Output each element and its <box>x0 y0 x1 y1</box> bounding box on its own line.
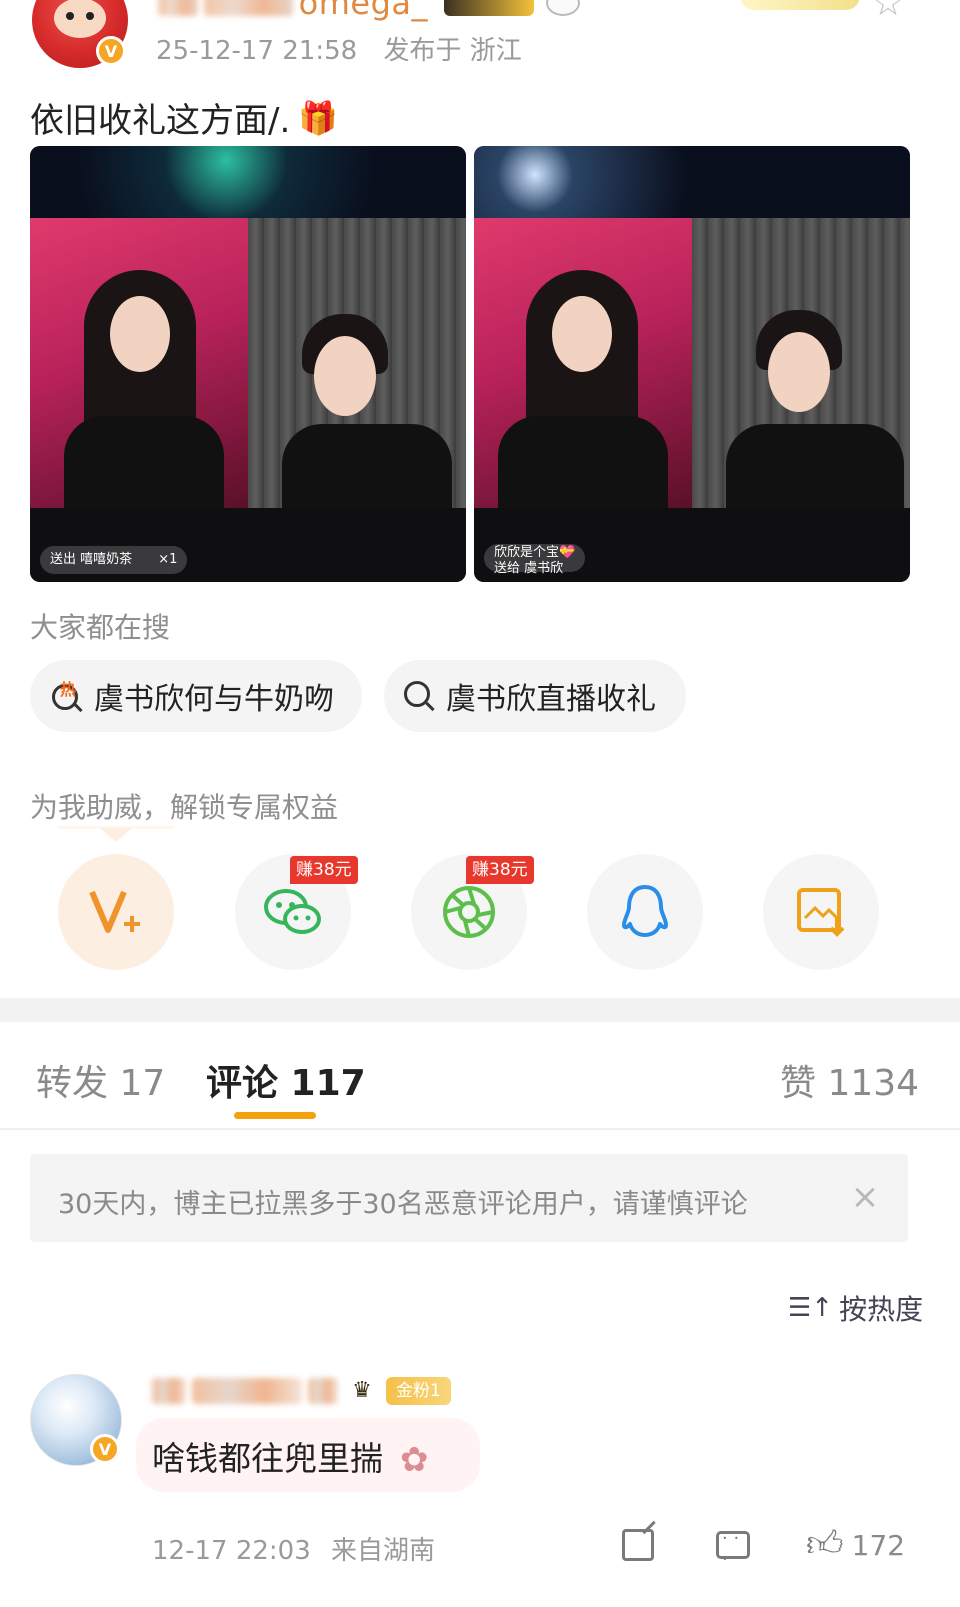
thumbs-up-icon: 👍︎ <box>806 1524 844 1565</box>
gift-notice: 欣欣是个宝💝 送给 虞书欣 <box>484 544 586 576</box>
comment-like-button[interactable]: 👍︎ 172 <box>806 1526 905 1564</box>
earn-badge: 赚38元 <box>290 856 358 884</box>
notice-text: 30天内，博主已拉黑多于30名恶意评论用户，请谨慎评论 <box>58 1189 748 1220</box>
vip-plus-icon <box>89 890 140 933</box>
emoji-badge-icon <box>546 0 580 16</box>
callout-pointer <box>100 828 132 842</box>
gift-notice-text: 送给 虞书欣 <box>494 561 564 576</box>
gift-count: ×1 <box>158 552 178 567</box>
vip-support-button[interactable] <box>58 854 174 970</box>
comment-meta: 12-17 22:03 来自湖南 <box>152 1530 435 1567</box>
sort-by-hot-button[interactable]: ☰↑ 按热度 <box>788 1288 923 1328</box>
comment-like-count: 172 <box>851 1528 906 1562</box>
comment-time: 12-17 22:03 <box>152 1536 311 1566</box>
earn-badge: 赚38元 <box>466 856 534 884</box>
search-pill-2[interactable]: 虞书欣直播收礼 <box>384 660 686 732</box>
close-icon[interactable]: × <box>848 1180 882 1214</box>
save-image-icon <box>797 888 845 937</box>
support-label: 为我助威，解锁专属权益 <box>30 791 339 824</box>
hot-badge: 热 <box>60 680 77 699</box>
crown-icon: ♛ <box>352 1378 372 1403</box>
post-text: 依旧收礼这方面/. 🎁 <box>30 93 338 142</box>
comment-location: 来自湖南 <box>331 1536 436 1566</box>
comment-repost-button[interactable] <box>622 1526 654 1564</box>
post-image-2[interactable]: 欣欣是个宝💝 送给 虞书欣 <box>474 146 910 582</box>
qq-penguin-icon <box>622 885 668 937</box>
author-name[interactable]: omega_ <box>158 0 428 20</box>
card-decoration <box>740 0 860 10</box>
comment-icon <box>716 1528 750 1570</box>
repost-icon <box>622 1529 654 1561</box>
favorite-star-icon[interactable]: ☆ <box>864 0 912 24</box>
fan-level-badge: 金粉1 <box>386 1377 451 1405</box>
verified-badge-icon: V <box>96 36 126 66</box>
section-divider <box>0 998 960 1022</box>
comment-text: 啥钱都往兜里揣 <box>152 1439 383 1478</box>
post-meta: 25-12-17 21:58 发布于 浙江 <box>156 30 522 67</box>
save-image-button[interactable] <box>763 854 879 970</box>
gift-name: 欣欣是个宝💝 <box>494 545 576 560</box>
trending-search-label: 大家都在搜 <box>30 611 171 644</box>
comment-reply-button[interactable] <box>716 1526 750 1570</box>
post-location: 发布于 浙江 <box>383 36 522 66</box>
hot-search-icon: 热 <box>48 678 84 714</box>
commenter-name[interactable]: ♛ 金粉1 <box>152 1376 451 1406</box>
active-tab-indicator <box>234 1112 316 1119</box>
tabs-divider <box>0 1128 960 1130</box>
gift-emoji-icon: 🎁 <box>298 98 339 137</box>
search-pill-text: 虞书欣何与牛奶吻 <box>94 682 334 717</box>
moments-aperture-icon <box>443 886 495 938</box>
search-pill-text: 虞书欣直播收礼 <box>446 682 656 717</box>
author-name-text: omega_ <box>298 0 428 22</box>
qq-share-button[interactable] <box>587 854 703 970</box>
gift-notice-text: 送出 嘻嘻奶茶 <box>50 552 133 567</box>
tab-comments[interactable]: 评论 117 <box>206 1054 366 1106</box>
bubble-decoration-icon: ✿ <box>400 1440 429 1480</box>
post-image-1[interactable]: 送出 嘻嘻奶茶 ×1 <box>30 146 466 582</box>
tab-likes[interactable]: 赞 1134 <box>780 1054 919 1106</box>
sort-label: 按热度 <box>839 1293 924 1326</box>
sort-icon: ☰↑ <box>788 1293 834 1323</box>
tab-repost[interactable]: 转发 17 <box>36 1054 165 1106</box>
search-icon <box>402 679 436 713</box>
wechat-icon <box>264 889 321 934</box>
post-text-content: 依旧收礼这方面/. <box>30 101 291 141</box>
post-time: 25-12-17 21:58 <box>156 36 358 66</box>
verified-badge-icon: V <box>90 1434 120 1464</box>
gift-notice: 送出 嘻嘻奶茶 ×1 <box>40 546 188 574</box>
vip-level-badge <box>444 0 534 16</box>
search-pill-1[interactable]: 热 虞书欣何与牛奶吻 <box>30 660 362 732</box>
